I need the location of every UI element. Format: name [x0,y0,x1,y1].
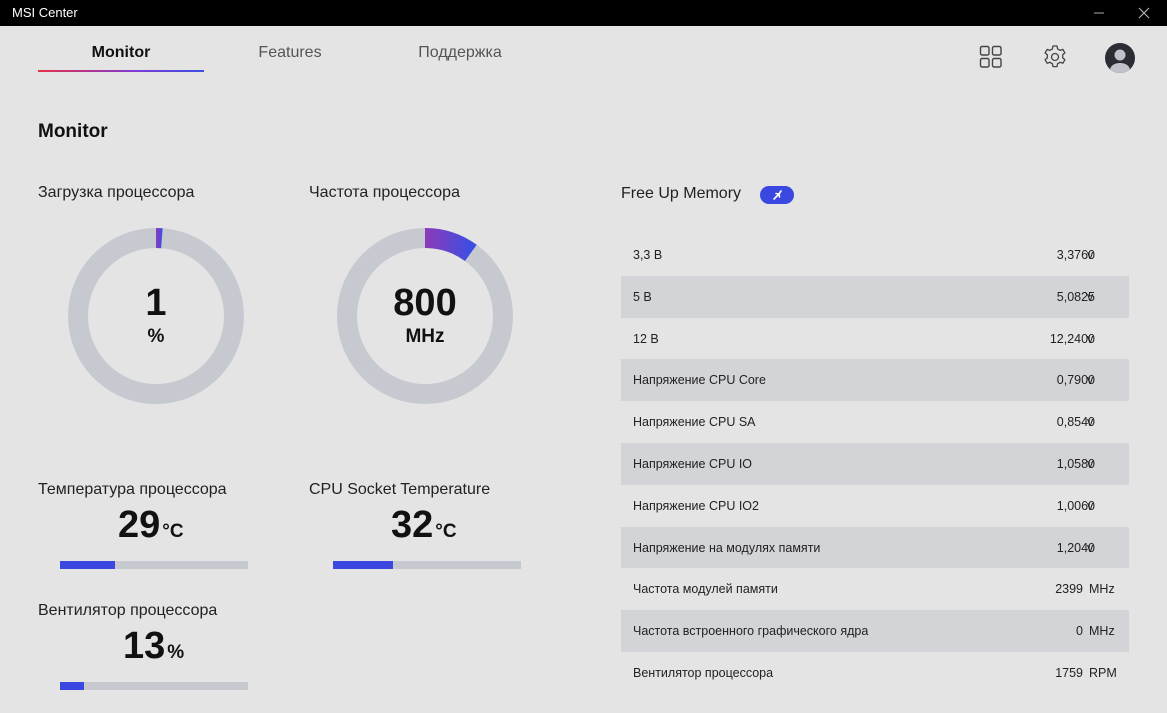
reading-unit: MHz [1089,624,1115,639]
reading-row: Напряжение CPU IO2 1,0060 v [621,485,1129,527]
reading-name: Вентилятор процессора [633,665,774,680]
settings-button[interactable] [1041,43,1069,71]
cpu-temp-label: Температура процессора [38,481,227,498]
cpu-temp-bar-fill [60,561,115,569]
readings-table: 3,3 В 3,3760 v 5 В 5,0825 v 12 В 12,2400 v Напряж… [621,234,1129,694]
grid-icon [979,45,1002,68]
reading-row: Напряжение CPU SA 0,8540 v [621,401,1129,443]
reading-name: 5 В [633,289,652,304]
reading-value: 1759 [1055,665,1083,680]
reading-name: Частота встроенного графического ядра [633,624,869,639]
socket-temp-readout: 32 °C [391,504,457,547]
cpu-load-gauge: 1 % [66,226,246,406]
reading-name: Частота модулей памяти [633,582,778,597]
active-tab-indicator [38,70,204,72]
minimize-icon [1094,12,1104,14]
cpu-fan-label: Вентилятор процессора [38,602,218,619]
cpu-freq-gauge: 800 MHz [335,226,515,406]
app-title: MSI Center [12,5,78,20]
reading-value: 0 [1076,624,1083,639]
cpu-freq-value: 800 [393,282,457,324]
reading-row: 5 В 5,0825 v [621,275,1129,318]
reading-row: 12 В 12,2400 v [621,318,1129,360]
reading-row: Частота модулей памяти 2399 MHz [621,568,1129,610]
socket-temp-bar-fill [333,561,394,569]
cpu-temp-readout: 29 °C [118,504,184,547]
reading-unit: v [1087,498,1094,513]
page-title: Monitor [38,121,108,142]
user-avatar[interactable] [1105,43,1135,73]
cpu-load-unit: % [147,326,165,347]
cpu-temp-value: 29 [118,504,161,546]
reading-name: Напряжение CPU SA [633,415,756,430]
reading-name: Напряжение CPU IO2 [633,498,759,513]
socket-temp-bar [333,561,521,569]
cpu-temp-bar [60,561,248,569]
cpu-fan-unit: % [167,642,185,663]
apps-grid-button[interactable] [977,43,1005,71]
cpu-freq-label: Частота процессора [309,184,460,201]
cpu-load-value: 1 [145,282,167,324]
minimize-button[interactable] [1076,0,1122,26]
cpu-temp-unit: °C [162,521,184,542]
reading-unit: v [1087,373,1094,388]
reading-row: 3,3 В 3,3760 v [621,234,1129,276]
reading-unit: v [1087,248,1094,262]
reading-unit: MHz [1089,582,1115,597]
reading-unit: v [1087,540,1094,555]
user-icon [1110,49,1130,73]
tab-monitor[interactable]: Monitor [38,44,204,62]
cpu-load-label: Загрузка процессора [38,184,195,201]
reading-unit: RPM [1089,665,1117,680]
cpu-freq-unit: MHz [405,326,445,347]
gear-icon [1044,45,1066,68]
cpu-fan-readout: 13% [123,625,184,668]
reading-unit: v [1087,331,1094,346]
close-icon [1138,7,1150,19]
reading-name: 3,3 В [633,248,663,262]
tab-support[interactable]: Поддержка [390,44,530,62]
reading-name: 12 В [633,331,659,346]
reading-value: 2399 [1055,582,1083,597]
rocket-icon [773,190,782,200]
reading-row: Напряжение на модулях памяти 1,2040 v [621,526,1129,569]
free-memory-label: Free Up Memory [621,185,742,202]
reading-name: Напряжение на модулях памяти [633,540,821,555]
socket-temp-unit: °C [435,521,457,542]
reading-row: Частота встроенного графического ядра 0 MH… [621,610,1129,652]
title-bar: MSI Center [0,0,1167,26]
cpu-fan-value: 13 [123,625,166,667]
cpu-fan-bar [60,682,248,690]
reading-row: Вентилятор процессора 1759 RPM [621,652,1129,694]
socket-temp-label: CPU Socket Temperature [309,481,491,498]
free-memory-button[interactable] [760,186,794,204]
reading-unit: v [1087,456,1094,471]
reading-row: Напряжение CPU Core 0,7900 v [621,359,1129,402]
socket-temp-value: 32 [391,504,434,546]
reading-name: Напряжение CPU Core [633,373,766,388]
reading-row: Напряжение CPU IO 1,0580 v [621,442,1129,485]
reading-name: Напряжение CPU IO [633,456,753,471]
reading-unit: v [1087,415,1094,430]
cpu-freq-arc [424,228,477,262]
tab-features[interactable]: Features [220,44,360,62]
reading-unit: v [1087,289,1094,304]
close-button[interactable] [1121,0,1167,26]
cpu-fan-bar-fill [60,682,85,690]
